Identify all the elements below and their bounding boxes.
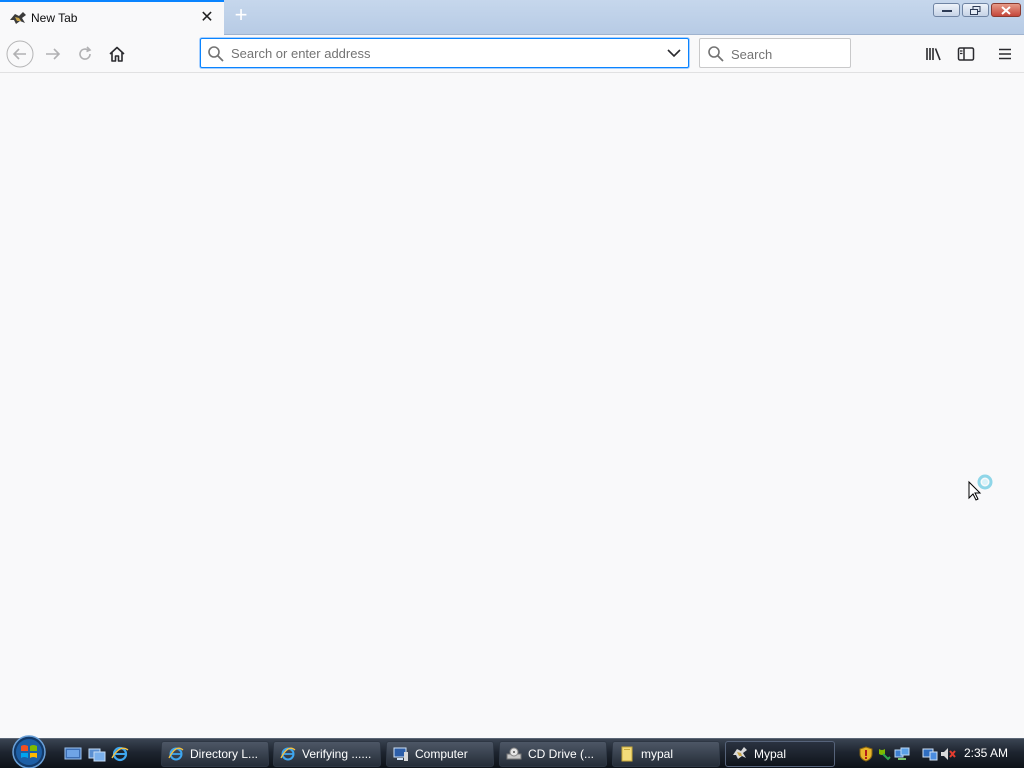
search-input[interactable] [731,45,841,63]
mypal-icon [733,747,747,759]
taskbar-item[interactable]: mypal [612,741,720,767]
taskbar-item-label: Mypal [754,747,787,761]
tab-strip: New Tab ✕ + [0,0,1024,35]
cd-drive-icon [506,747,522,760]
restore-icon [970,5,981,15]
tab-new-tab[interactable]: New Tab ✕ [0,0,224,35]
ie-icon[interactable] [111,746,129,762]
taskbar-item-label: Directory L... [190,747,259,761]
network-icon[interactable] [894,746,910,762]
forward-button[interactable] [39,40,67,68]
display-icon[interactable] [922,746,938,762]
home-button[interactable] [103,40,131,68]
hamburger-menu-icon [999,48,1011,60]
system-tray: 2:35 AM [852,739,1024,768]
home-icon [109,46,125,62]
window-controls [933,3,1021,17]
minimize-icon [941,10,952,12]
folder-icon [621,746,633,762]
sidebar-icon [957,47,975,61]
reload-button[interactable] [71,40,99,68]
page-content [0,74,1024,738]
volume-muted-icon[interactable] [940,746,956,762]
sidebar-button[interactable] [952,40,980,68]
back-button[interactable] [6,40,34,68]
clock[interactable]: 2:35 AM [964,746,1008,760]
library-button[interactable] [920,40,948,68]
taskbar-item[interactable]: Computer [386,741,494,767]
ie-icon [168,747,184,761]
library-icon [926,48,941,61]
address-bar[interactable] [200,38,689,68]
taskbar-item-label: Computer [415,747,468,761]
search-bar[interactable] [699,38,851,68]
taskbar-item-label: Verifying ...... [302,747,372,761]
taskbar-item[interactable]: Verifying ...... [273,741,381,767]
taskbar-item[interactable]: CD Drive (... [499,741,607,767]
minimize-button[interactable] [933,3,960,17]
taskbar-item-active[interactable]: Mypal [725,741,835,767]
close-window-button[interactable] [991,3,1021,17]
new-tab-button[interactable]: + [229,4,253,28]
close-icon [1001,5,1011,15]
security-shield-icon[interactable] [858,746,874,762]
taskbar: Directory L... Verifying ...... Computer… [0,735,1024,768]
chevron-down-icon[interactable] [666,45,682,61]
windows-update-icon[interactable] [876,746,892,762]
switch-windows-icon[interactable] [88,746,106,762]
taskbar-item-label: CD Drive (... [528,747,594,761]
tab-title: New Tab [31,11,78,25]
taskbar-item[interactable]: Directory L... [161,741,269,767]
address-input[interactable] [231,44,651,62]
search-icon [708,46,724,62]
taskbar-item-label: mypal [641,747,674,761]
menu-button[interactable] [991,40,1019,68]
forward-arrow-icon [46,48,61,60]
ie-icon [280,747,296,761]
back-arrow-icon [6,40,34,68]
close-tab-icon[interactable]: ✕ [197,8,217,28]
computer-icon [393,747,408,761]
busy-cursor-icon [968,474,993,501]
search-icon [208,46,224,62]
navigation-toolbar [0,35,1024,73]
show-desktop-icon[interactable] [64,746,82,762]
mypal-favicon-icon [10,12,26,24]
reload-icon [79,46,92,60]
restore-button[interactable] [962,3,989,17]
start-button[interactable] [9,735,49,768]
